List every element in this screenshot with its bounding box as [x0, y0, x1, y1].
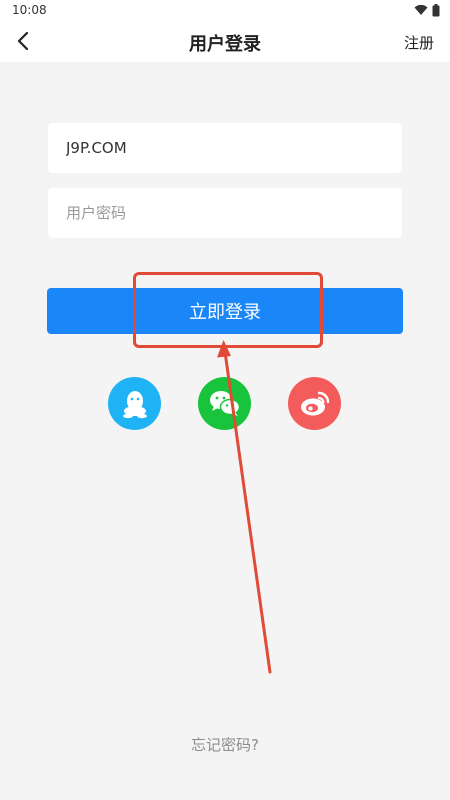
qq-login-button[interactable] [108, 377, 161, 430]
nav-bar: 用户登录 注册 [0, 20, 450, 62]
wechat-login-button[interactable] [198, 377, 251, 430]
status-time: 10:08 [12, 3, 47, 17]
page-title: 用户登录 [189, 34, 261, 55]
qq-icon [122, 390, 147, 418]
register-link[interactable]: 注册 [404, 32, 434, 53]
forgot-password-link[interactable]: 忘记密码? [0, 734, 450, 755]
status-bar: 10:08 [0, 0, 450, 20]
status-icons [414, 3, 440, 17]
password-input[interactable] [48, 188, 402, 238]
username-field-container [48, 123, 402, 173]
wechat-icon [209, 390, 240, 416]
login-button[interactable]: 立即登录 [47, 288, 403, 334]
wifi-icon [414, 4, 428, 15]
username-input[interactable] [48, 123, 402, 173]
password-field-container [48, 188, 402, 238]
weibo-login-button[interactable] [288, 377, 341, 430]
weibo-icon [300, 391, 329, 415]
battery-icon [432, 3, 440, 16]
